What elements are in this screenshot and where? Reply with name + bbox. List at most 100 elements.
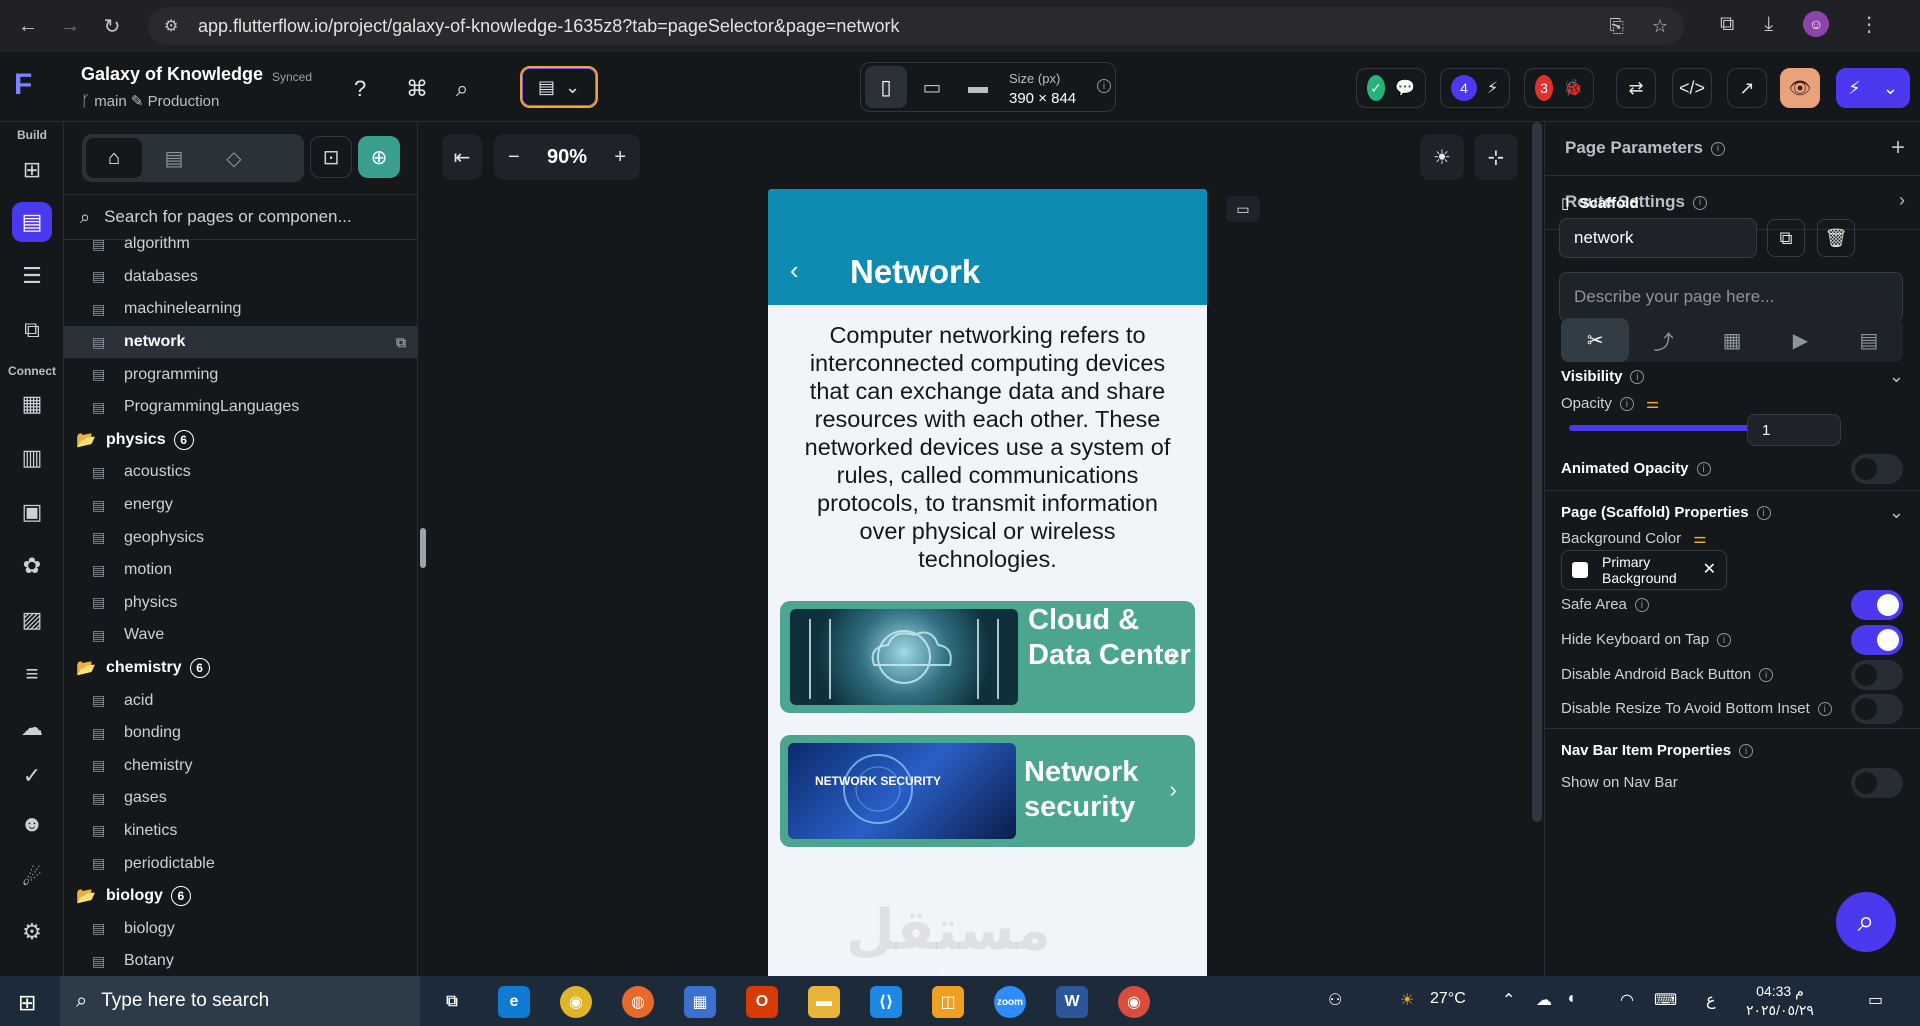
- page-options-icon[interactable]: ⧉: [396, 334, 406, 351]
- back-arrow-icon[interactable]: ←: [14, 12, 42, 40]
- branching-icon[interactable]: ⇄: [1616, 68, 1656, 108]
- page-item[interactable]: ▤ acoustics: [64, 456, 417, 489]
- app-state-icon[interactable]: ▣: [12, 492, 52, 532]
- phone-device-icon[interactable]: ▯: [865, 66, 907, 108]
- page-item[interactable]: ▤ gases: [64, 782, 417, 815]
- pages-scrollbar[interactable]: [420, 528, 426, 568]
- collapse-panel-icon[interactable]: ⇤: [442, 134, 482, 180]
- zoom-out-icon[interactable]: −: [508, 146, 520, 169]
- taskbar-clock[interactable]: 04:33 م ٢٠٢٥/٠٥/٢٩: [1746, 982, 1814, 1020]
- clear-x-icon[interactable]: ✕: [1703, 562, 1716, 578]
- people-icon[interactable]: ⚇: [1328, 990, 1342, 1010]
- taskbar-search[interactable]: ⌕ Type here to search: [60, 976, 420, 1026]
- search-icon[interactable]: ⌕: [456, 76, 468, 102]
- browser-menu-icon[interactable]: ⋮: [1859, 12, 1879, 37]
- page-item[interactable]: ▤ energy: [64, 489, 417, 522]
- office-icon[interactable]: O: [746, 986, 778, 1018]
- hide-keyboard-toggle[interactable]: [1851, 625, 1903, 655]
- page-item[interactable]: ▤ Wave: [64, 619, 417, 652]
- page-item[interactable]: ▤ motion: [64, 554, 417, 587]
- search-fab-icon[interactable]: ⌕: [1836, 892, 1896, 952]
- install-app-icon[interactable]: ⎘: [1609, 16, 1623, 37]
- folder-item[interactable]: 📂 physics 6: [64, 424, 417, 457]
- firefox-icon[interactable]: ◍: [622, 986, 654, 1018]
- check-status-icon[interactable]: ✓: [1367, 75, 1386, 101]
- storyboard-icon[interactable]: ⧉: [12, 310, 52, 350]
- vscode-icon[interactable]: ⟨⟩: [870, 986, 902, 1018]
- flutterflow-logo-icon[interactable]: F: [14, 68, 52, 106]
- extensions-icon[interactable]: ⧉: [1720, 13, 1734, 36]
- page-item[interactable]: ▤ ProgrammingLanguages: [64, 391, 417, 424]
- properties-tab-icon[interactable]: ✂: [1561, 318, 1630, 362]
- gem-tab-icon[interactable]: ◇: [206, 138, 262, 178]
- task-view-icon[interactable]: ⧉: [436, 986, 468, 1018]
- cloud-functions-icon[interactable]: ☁: [12, 708, 52, 748]
- help-icon[interactable]: ?: [354, 76, 366, 102]
- keyboard-icon[interactable]: ⌨: [1654, 990, 1677, 1010]
- folder-item[interactable]: 📂 biology 6: [64, 880, 417, 913]
- desktop-device-icon[interactable]: ▬: [957, 66, 999, 108]
- pages-search-input[interactable]: [104, 207, 385, 227]
- delete-trash-icon[interactable]: 🗑: [1817, 219, 1855, 257]
- theme-icon[interactable]: ✿: [12, 546, 52, 586]
- code-view-icon[interactable]: </>: [1672, 68, 1712, 108]
- custom-code-icon[interactable]: ≡: [12, 654, 52, 694]
- notes-icon[interactable]: ◫: [932, 986, 964, 1018]
- tablet-device-icon[interactable]: ▭: [911, 66, 953, 108]
- address-bar[interactable]: ⚙ app.flutterflow.io/project/galaxy-of-k…: [148, 7, 1684, 45]
- tray-chevron-icon[interactable]: ⌃: [1502, 990, 1515, 1010]
- chrome-profile-icon[interactable]: ◉: [1118, 986, 1150, 1018]
- page-item[interactable]: ▤ algorithm: [64, 228, 417, 261]
- show-nav-bar-toggle[interactable]: [1851, 768, 1903, 798]
- volume-icon[interactable]: ◖: [1566, 990, 1576, 1008]
- new-folder-icon[interactable]: ⊡: [310, 136, 352, 178]
- firebase-icon[interactable]: ☄: [12, 858, 52, 898]
- settings-gear-icon[interactable]: ⚙: [12, 912, 52, 952]
- agents-icon[interactable]: ☻: [12, 804, 52, 844]
- cloud-data-center-card[interactable]: Cloud & Data Center ›: [780, 601, 1195, 713]
- language-indicator[interactable]: ع: [1706, 990, 1716, 1010]
- word-icon[interactable]: W: [1056, 986, 1088, 1018]
- back-chevron-icon[interactable]: ‹: [790, 255, 799, 286]
- components-tab-icon[interactable]: ▤: [146, 138, 202, 178]
- run-button[interactable]: ⚡ ⌄: [1836, 68, 1910, 108]
- canvas-resize-handle-icon[interactable]: ▭: [1226, 196, 1260, 222]
- page-item[interactable]: ▤ databases: [64, 261, 417, 294]
- issues-group[interactable]: 3 🐞: [1524, 68, 1594, 108]
- page-name-input[interactable]: [1559, 218, 1757, 258]
- page-item[interactable]: ▤ Botany: [64, 945, 417, 976]
- pages-tab-icon[interactable]: ⌂: [86, 138, 142, 178]
- windows-start-icon[interactable]: ⊞: [18, 990, 36, 1016]
- notifications-icon[interactable]: ▭: [1868, 990, 1883, 1010]
- variable-icon[interactable]: ⚌: [1646, 395, 1659, 412]
- page-item[interactable]: ▤ bonding: [64, 717, 417, 750]
- preview-eye-icon[interactable]: 👁: [1780, 68, 1820, 108]
- notifications-group[interactable]: 4 ⚡: [1440, 68, 1510, 108]
- state-tab-icon[interactable]: ▤: [1835, 318, 1903, 362]
- edge-icon[interactable]: e: [498, 986, 530, 1018]
- page-parameters-section[interactable]: Page Parameters i +: [1545, 122, 1920, 176]
- forward-arrow-icon[interactable]: →: [56, 12, 84, 40]
- comments-icon[interactable]: 💬: [1395, 78, 1415, 98]
- safe-area-toggle[interactable]: [1851, 590, 1903, 620]
- zoom-icon[interactable]: zoom: [994, 986, 1026, 1018]
- light-mode-icon[interactable]: ☀: [1420, 134, 1464, 180]
- actions-tab-icon[interactable]: ⤴: [1629, 318, 1697, 362]
- page-item[interactable]: ▤ kinetics: [64, 815, 417, 848]
- page-item[interactable]: ▤ periodictable: [64, 847, 417, 880]
- canvas-scrollbar[interactable]: [1532, 122, 1542, 822]
- animations-tab-icon[interactable]: ▶: [1766, 318, 1834, 362]
- page-item[interactable]: ▤ machinelearning: [64, 293, 417, 326]
- network-tray-icon[interactable]: ☁: [1536, 990, 1552, 1010]
- layout-grid-icon[interactable]: ⊹: [1474, 134, 1518, 180]
- opacity-slider[interactable]: [1569, 420, 1783, 436]
- chrome-icon[interactable]: ◉: [560, 986, 592, 1018]
- variable-icon[interactable]: ⚌: [1693, 530, 1706, 547]
- chevron-down-icon[interactable]: ⌄: [1889, 366, 1904, 387]
- data-types-icon[interactable]: ▥: [12, 438, 52, 478]
- page-item[interactable]: ▤ geophysics: [64, 521, 417, 554]
- add-page-icon[interactable]: ⊕: [358, 136, 400, 178]
- media-assets-icon[interactable]: ▨: [12, 600, 52, 640]
- disable-back-toggle[interactable]: [1851, 660, 1903, 690]
- wifi-icon[interactable]: ◠: [1620, 990, 1634, 1010]
